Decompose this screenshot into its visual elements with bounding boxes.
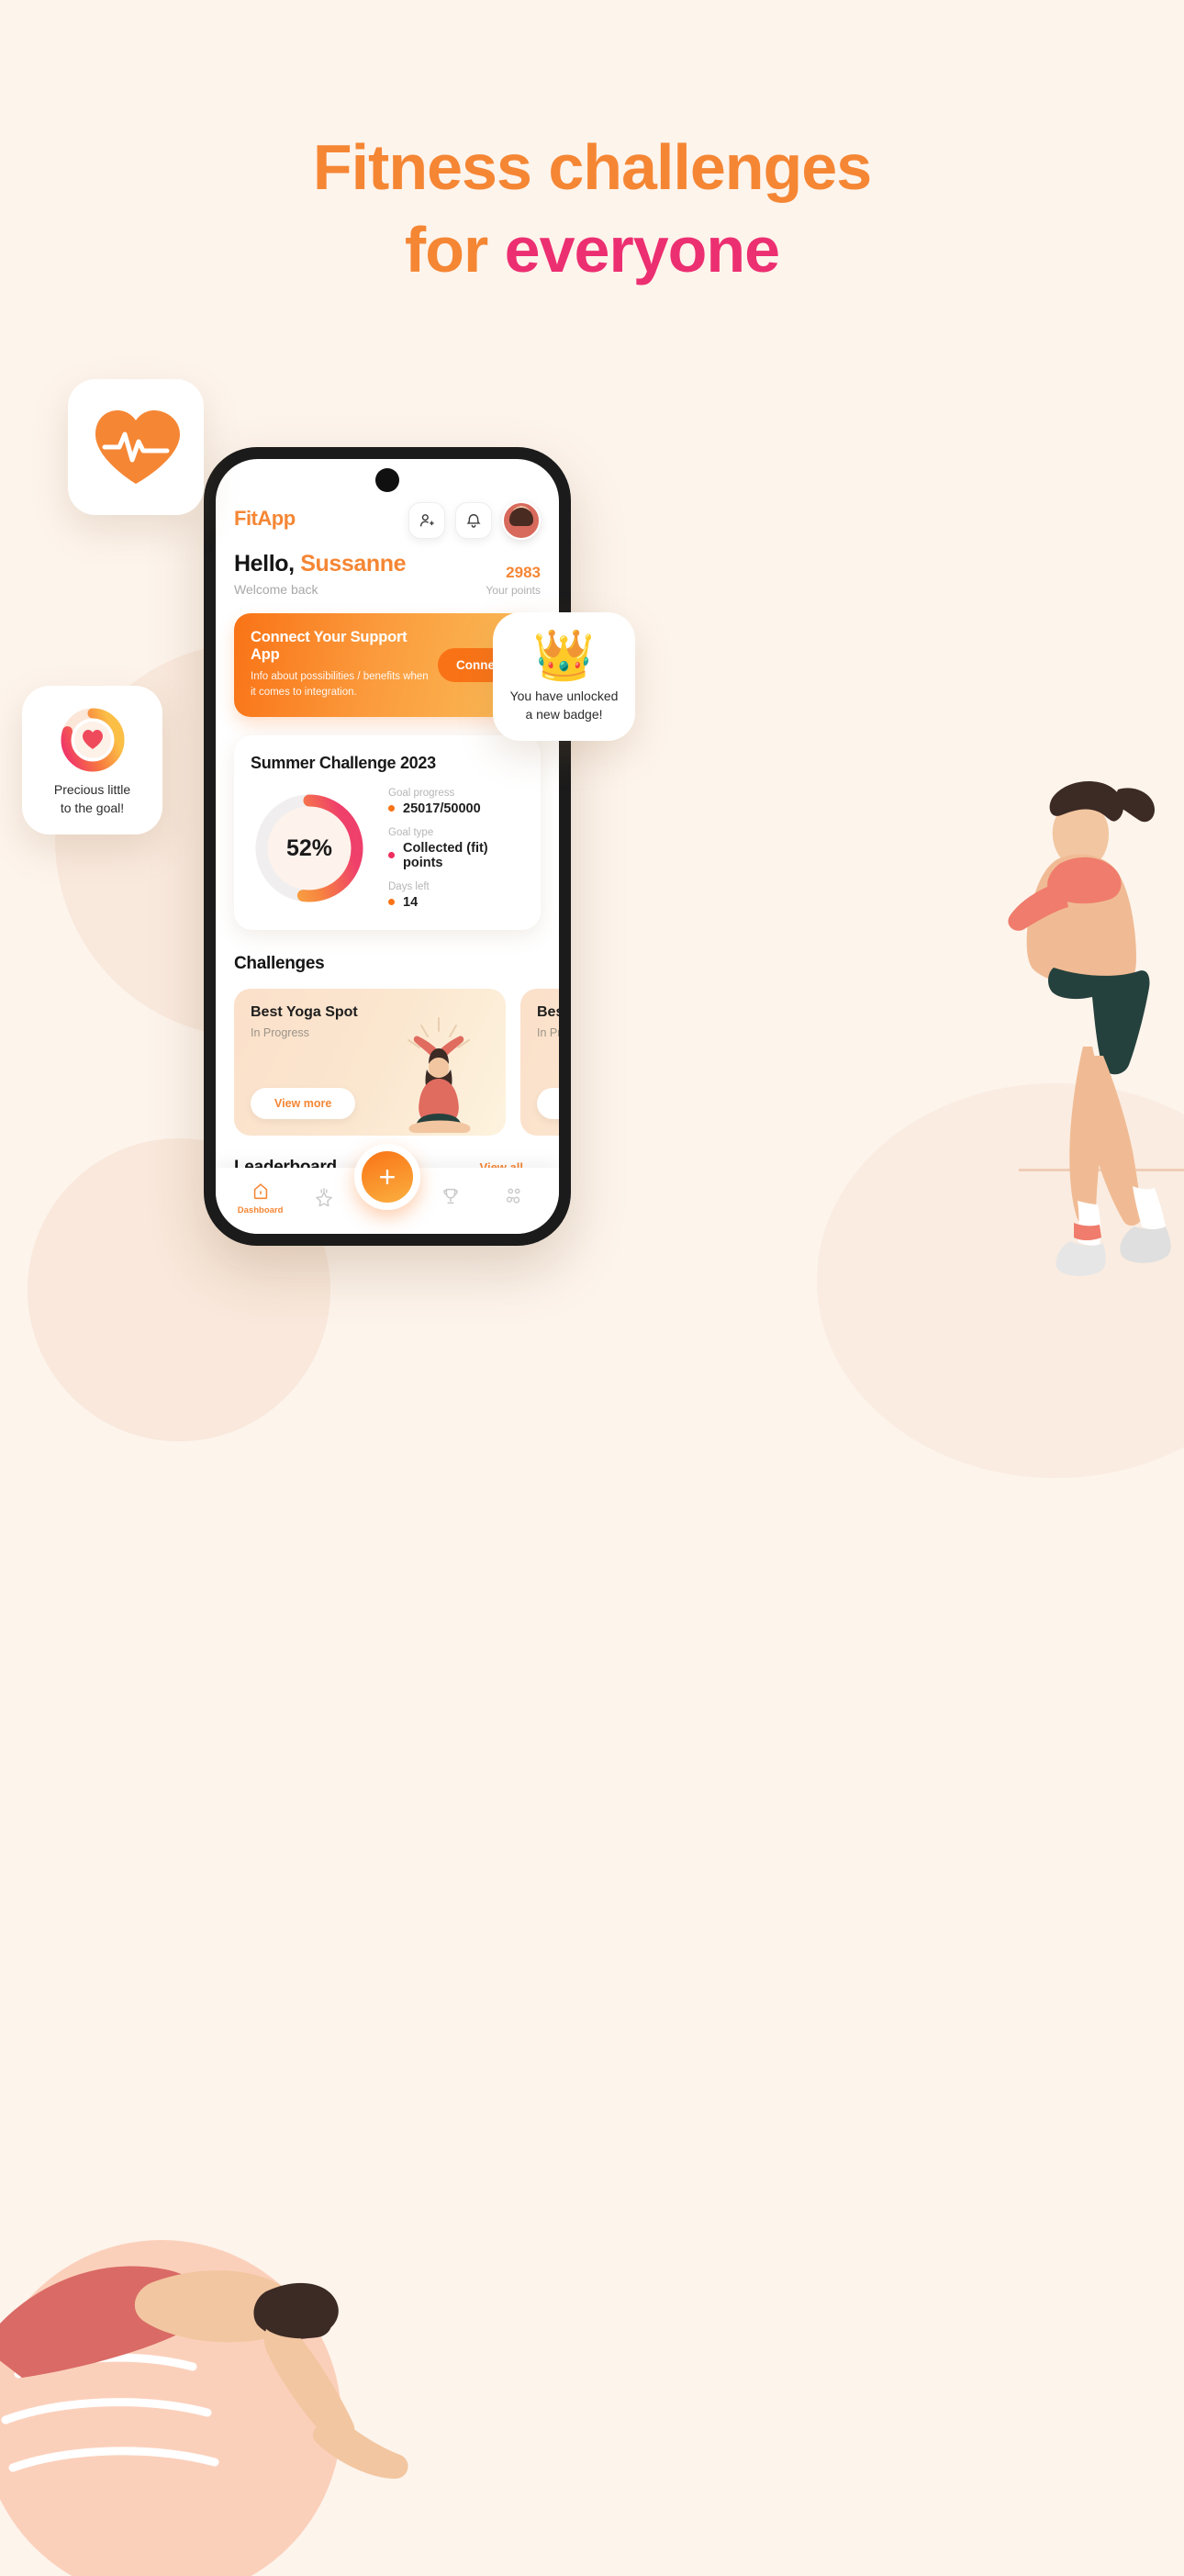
points-label: Your points — [486, 584, 541, 597]
ground-line — [1019, 1169, 1184, 1171]
stat-days-left: Days left 14 — [388, 881, 524, 910]
goal-card-text: Precious little to the goal! — [33, 781, 151, 818]
progress-ring: 52% — [251, 790, 368, 907]
new-badge-card: 👑 You have unlocked a new badge! — [493, 612, 635, 741]
connect-card-title: Connect Your Support App — [251, 629, 408, 663]
add-button[interactable]: + — [354, 1144, 420, 1210]
summer-challenge-card: Summer Challenge 2023 52% Goal progress … — [234, 734, 541, 930]
summer-challenge-title: Summer Challenge 2023 — [251, 753, 436, 772]
nav-dashboard[interactable]: Dashboard — [235, 1182, 286, 1215]
runner-illustration — [1008, 781, 1171, 1276]
headline-line-2-accent: everyone — [504, 213, 780, 286]
greeting-subtitle: Welcome back — [234, 582, 318, 597]
stat-value: 14 — [403, 894, 419, 910]
stat-label: Goal progress — [388, 787, 455, 799]
challenges-section-title: Challenges — [234, 953, 325, 973]
stat-label: Days left — [388, 880, 430, 892]
nav-trophy[interactable] — [425, 1186, 476, 1210]
new-badge-line-1: You have unlocked — [509, 689, 619, 703]
challenge-status: In Pro — [537, 1025, 559, 1039]
stat-value-row: 25017/50000 — [388, 801, 524, 816]
new-badge-text: You have unlocked a new badge! — [506, 688, 622, 724]
stat-value-row: Collected (fit) points — [388, 841, 524, 870]
page-title: Fitness challenges for everyone — [0, 127, 1184, 291]
greeting-row: Hello, Sussanne Welcome back 2983 Your p… — [234, 551, 541, 597]
heart-pulse-icon — [95, 410, 180, 484]
add-friend-icon[interactable] — [408, 502, 445, 539]
summer-challenge-body: 52% Goal progress 25017/50000 Goal type — [251, 788, 524, 910]
notification-bell-icon[interactable] — [455, 502, 492, 539]
stat-value-row: 14 — [388, 895, 524, 910]
challenge-card[interactable]: Best In Pro Vi — [520, 988, 559, 1136]
stat-goal-type: Goal type Collected (fit) points — [388, 827, 524, 870]
points-value: 2983 — [506, 564, 541, 581]
phone-camera-notch — [375, 468, 399, 492]
greeting-name: Sussanne — [300, 551, 407, 577]
exercise-ball-illustration — [0, 2240, 408, 2576]
bottom-navigation: Dashboard + — [216, 1144, 559, 1234]
stat-value: Collected (fit) points — [403, 840, 488, 870]
new-badge-line-2: a new badge! — [525, 706, 603, 722]
app-brand-logo: FitApp — [234, 507, 296, 530]
greeting-hello: Hello, — [234, 551, 295, 577]
background-blob-right — [817, 1083, 1184, 1478]
points-block: 2983 Your points — [486, 564, 541, 597]
stat-dot — [388, 899, 395, 905]
yoga-illustration — [408, 1016, 471, 1133]
nav-dashboard-label: Dashboard — [237, 1204, 284, 1215]
heart-rate-badge-card — [68, 379, 204, 515]
stat-label: Goal type — [388, 826, 434, 838]
connect-card-description: Info about possibilities / benefits when… — [251, 671, 429, 699]
phone-screen: FitApp Hello, Sussanne Welcome back 2983… — [216, 459, 559, 1234]
view-more-button[interactable]: View more — [251, 1087, 356, 1119]
stat-dot — [388, 852, 395, 858]
avatar[interactable] — [502, 501, 541, 540]
headline-line-2-plain: for — [404, 213, 505, 286]
phone-mockup: FitApp Hello, Sussanne Welcome back 2983… — [204, 447, 571, 1246]
goal-progress-card: Precious little to the goal! — [22, 686, 162, 834]
view-more-button[interactable]: Vi — [537, 1087, 559, 1119]
crown-emoji-icon: 👑 — [532, 628, 596, 683]
nav-achievements[interactable] — [298, 1186, 350, 1210]
challenges-list: Best Yoga Spot In Progress View more Be … — [234, 988, 559, 1136]
heart-ring-icon — [59, 706, 127, 774]
greeting-block: Hello, Sussanne Welcome back — [234, 551, 407, 597]
nav-community[interactable] — [488, 1186, 540, 1210]
progress-percent-label: 52% — [285, 834, 333, 861]
connect-card-text: Connect Your Support App Info about poss… — [251, 629, 429, 701]
headline-line-1: Fitness challenges — [312, 131, 872, 203]
challenge-stats: Goal progress 25017/50000 Goal type Coll… — [388, 788, 524, 910]
goal-card-line-1: Precious little — [53, 782, 131, 797]
challenge-card[interactable]: Best Yoga Spot In Progress View more — [234, 988, 506, 1136]
stat-value: 25017/50000 — [403, 801, 481, 816]
greeting-title: Hello, Sussanne — [234, 551, 407, 577]
goal-card-line-2: to the goal! — [60, 800, 125, 815]
headline-line-2: for everyone — [0, 209, 1184, 292]
challenge-title: Best — [537, 1003, 559, 1020]
stat-dot — [388, 805, 395, 812]
stat-goal-progress: Goal progress 25017/50000 — [388, 788, 524, 816]
app-content: FitApp Hello, Sussanne Welcome back 2983… — [216, 459, 559, 1234]
